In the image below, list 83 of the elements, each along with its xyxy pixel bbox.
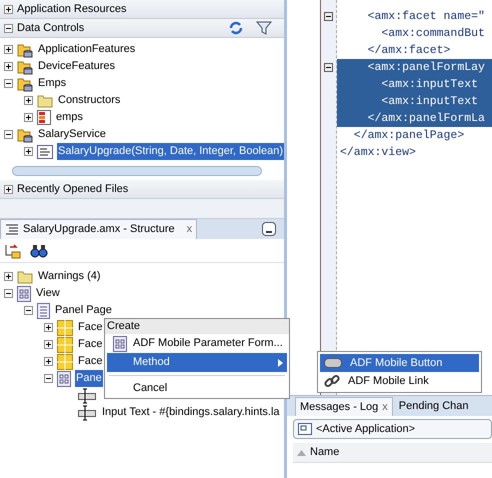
collapse-icon[interactable] xyxy=(24,306,33,315)
menu-header: Create xyxy=(105,319,289,334)
expand-icon[interactable] xyxy=(24,96,33,105)
tree-item[interactable]: SalaryUpgrade(String, Date, Integer, Boolean) xyxy=(57,143,284,160)
menu-item[interactable]: ADF Mobile Button xyxy=(320,354,479,372)
data-control-icon xyxy=(17,58,33,74)
folder-icon xyxy=(37,94,53,108)
section-header[interactable]: Application Resources xyxy=(0,0,284,19)
expand-icon[interactable] xyxy=(4,45,13,54)
text-field-icon xyxy=(77,404,97,420)
refresh-icon[interactable] xyxy=(228,20,244,36)
structure-icon xyxy=(5,224,19,236)
chain-link-icon xyxy=(324,373,340,389)
expand-icon[interactable] xyxy=(4,4,13,14)
tree-item[interactable]: Input Text - #{bindings.salary.hints.la xyxy=(101,404,281,421)
close-button[interactable]: x xyxy=(186,221,192,238)
tree-item[interactable]: DeviceFeatures xyxy=(37,58,116,75)
log-tab[interactable]: Messages - Log x xyxy=(295,397,393,416)
code-line: </amx:view> xyxy=(339,144,417,161)
page-icon xyxy=(37,302,50,318)
facet-icon xyxy=(57,354,73,370)
data-control-icon xyxy=(17,76,33,92)
collapse-icon[interactable] xyxy=(324,12,333,21)
tree-item[interactable]: Pane xyxy=(75,370,103,387)
expand-icon[interactable] xyxy=(4,184,13,194)
tree-item[interactable]: Panel Page xyxy=(54,302,113,319)
section-title: Application Resources xyxy=(17,2,126,17)
collapse-icon[interactable] xyxy=(324,63,333,72)
hierarchy-icon[interactable] xyxy=(4,242,22,258)
menu-item[interactable]: ADF Mobile Parameter Form... xyxy=(107,334,287,353)
scope-selector[interactable]: <Active Application> xyxy=(293,419,492,439)
code-line: <amx:facet name=" xyxy=(366,8,486,25)
window-icon xyxy=(298,423,312,435)
collapse-icon[interactable] xyxy=(4,289,13,298)
collapse-icon[interactable] xyxy=(44,374,53,383)
menu-item[interactable]: Cancel xyxy=(107,379,287,398)
minimize-button[interactable] xyxy=(262,222,276,236)
grid-icon xyxy=(57,370,71,386)
code-line: </amx:panelPage> xyxy=(352,128,466,144)
section-header[interactable]: Data Controls xyxy=(0,19,284,38)
binoculars-icon[interactable] xyxy=(30,242,48,258)
expand-icon[interactable] xyxy=(24,113,33,122)
section-title: Recently Opened Files xyxy=(17,182,128,197)
tree-item[interactable]: ApplicationFeatures xyxy=(37,41,136,58)
expand-icon[interactable] xyxy=(44,323,53,332)
tree-item[interactable]: SalaryService xyxy=(37,126,107,143)
tree-item[interactable]: Face xyxy=(77,353,104,370)
collapse-icon[interactable] xyxy=(4,24,13,32)
button-icon xyxy=(324,357,342,369)
collection-icon xyxy=(37,110,51,125)
menu-item[interactable]: Method xyxy=(107,353,287,372)
tree-item[interactable]: emps xyxy=(55,109,84,126)
expand-icon[interactable] xyxy=(24,147,33,156)
grid-icon xyxy=(17,286,31,302)
folder-icon xyxy=(17,270,33,284)
close-button[interactable]: x xyxy=(382,398,388,416)
expand-icon[interactable] xyxy=(44,340,53,349)
code-line: </amx:facet> xyxy=(366,42,452,59)
text-field-icon xyxy=(77,388,97,404)
facet-icon xyxy=(57,320,73,336)
expand-icon[interactable] xyxy=(4,272,13,281)
method-icon xyxy=(37,144,53,158)
expand-icon[interactable] xyxy=(44,357,53,366)
data-control-icon xyxy=(17,42,33,58)
facet-icon xyxy=(57,336,73,352)
log-tab[interactable]: Pending Chan xyxy=(394,397,472,416)
collapse-icon[interactable] xyxy=(4,130,13,139)
column-header[interactable]: Name xyxy=(293,443,492,463)
tree-item[interactable]: Emps xyxy=(37,75,68,92)
menu-item[interactable]: ADF Mobile Link xyxy=(320,372,479,390)
section-header[interactable]: Recently Opened Files xyxy=(0,180,284,199)
collapse-icon[interactable] xyxy=(4,79,13,88)
tree-item[interactable]: View xyxy=(35,285,61,302)
structure-tab[interactable]: SalaryUpgrade.amx - Structure x xyxy=(0,219,198,239)
code-line: <amx:commandBut xyxy=(380,26,486,42)
sort-icon xyxy=(297,450,306,456)
tree-item[interactable]: Face xyxy=(77,336,104,353)
section-title: Data Controls xyxy=(17,20,84,36)
expand-icon[interactable] xyxy=(4,62,13,71)
tree-item[interactable]: Constructors xyxy=(57,92,122,109)
tree-item[interactable]: Warnings (4) xyxy=(37,268,102,285)
tree-item[interactable]: Face xyxy=(77,319,104,336)
data-control-icon xyxy=(17,126,33,142)
